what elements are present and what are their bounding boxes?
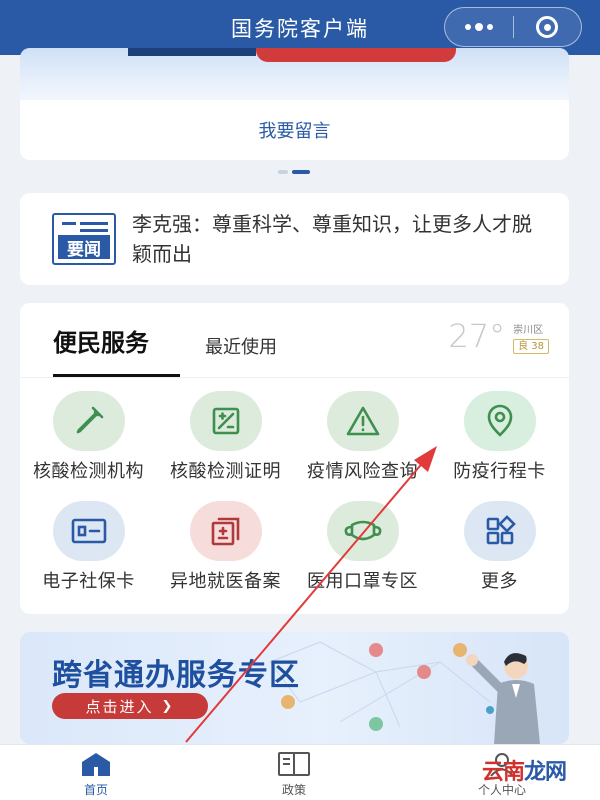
app-title: 国务院客户端 bbox=[231, 16, 369, 41]
service-remote-medical-filing[interactable]: 异地就医备案 bbox=[157, 501, 294, 601]
tab-convenience-services[interactable]: 便民服务 bbox=[53, 323, 149, 358]
service-label: 医用口罩专区 bbox=[307, 571, 418, 592]
service-tabs: 便民服务 最近使用 27° 崇川区 良 38 bbox=[20, 303, 569, 377]
service-label: 疫情风险查询 bbox=[307, 461, 418, 482]
service-nucleic-test-institution[interactable]: 核酸检测机构 bbox=[20, 391, 157, 491]
home-icon bbox=[82, 753, 110, 776]
tab-label: 政策 bbox=[281, 783, 306, 797]
banner-image[interactable] bbox=[20, 48, 569, 100]
title-bar: 国务院客户端 bbox=[0, 0, 600, 55]
service-label: 电子社保卡 bbox=[42, 571, 135, 592]
id-card-icon bbox=[52, 501, 125, 561]
news-badge-icon: 要闻 bbox=[52, 213, 116, 265]
pager-dot bbox=[278, 170, 288, 174]
service-label: 核酸检测机构 bbox=[33, 461, 144, 482]
presenter-illustration bbox=[466, 653, 540, 744]
grid-more-icon bbox=[463, 501, 536, 561]
service-medical-mask-zone[interactable]: 医用口罩专区 bbox=[294, 501, 431, 601]
service-epidemic-risk-query[interactable]: 疫情风险查询 bbox=[294, 391, 431, 491]
air-quality-badge: 良 38 bbox=[513, 339, 549, 354]
site-watermark-logo: 云南龙网 bbox=[481, 759, 567, 785]
cross-province-banner[interactable]: 跨省通办服务专区 点击进入 ❯ bbox=[20, 632, 569, 744]
tab-policy[interactable]: 政策 bbox=[234, 751, 354, 798]
tab-recent-used[interactable]: 最近使用 bbox=[205, 333, 277, 359]
banner-card: 我要留言 bbox=[20, 48, 569, 160]
chevron-right-icon: ❯ bbox=[161, 698, 175, 714]
tab-home[interactable]: 首页 bbox=[36, 751, 156, 798]
enter-button[interactable]: 点击进入 ❯ bbox=[52, 693, 208, 719]
weather-district: 崇川区 bbox=[513, 325, 544, 336]
enter-button-label: 点击进入 bbox=[85, 697, 154, 716]
weather-widget[interactable]: 27° 崇川区 良 38 bbox=[448, 317, 549, 355]
news-card[interactable]: 要闻 李克强：尊重科学、尊重知识，让更多人才脱颖而出 bbox=[20, 193, 569, 285]
service-social-security-card[interactable]: 电子社保卡 bbox=[20, 501, 157, 601]
close-button[interactable] bbox=[514, 8, 582, 46]
weather-temperature: 27° bbox=[448, 317, 506, 355]
news-headline[interactable]: 李克强：尊重科学、尊重知识，让更多人才脱颖而出 bbox=[132, 209, 532, 269]
news-badge-label: 要闻 bbox=[58, 235, 110, 260]
promo-title: 跨省通办服务专区 bbox=[52, 658, 300, 693]
warning-icon bbox=[326, 391, 399, 451]
tab-label: 首页 bbox=[83, 783, 108, 797]
service-label: 核酸检测证明 bbox=[170, 461, 281, 482]
service-label: 更多 bbox=[481, 571, 518, 592]
service-label: 异地就医备案 bbox=[170, 571, 281, 592]
service-travel-card[interactable]: 防疫行程卡 bbox=[431, 391, 568, 491]
service-nucleic-test-certificate[interactable]: 核酸检测证明 bbox=[157, 391, 294, 491]
pager-dot-active bbox=[292, 170, 310, 174]
mask-icon bbox=[326, 501, 399, 561]
medical-record-icon bbox=[189, 501, 262, 561]
location-pin-icon bbox=[463, 391, 536, 451]
banner-pager bbox=[278, 170, 310, 174]
certificate-icon bbox=[189, 391, 262, 451]
service-more[interactable]: 更多 bbox=[431, 501, 568, 601]
target-circle-icon bbox=[536, 16, 559, 38]
more-dots-icon bbox=[464, 23, 493, 31]
service-label: 防疫行程卡 bbox=[453, 461, 546, 482]
leave-message-link[interactable]: 我要留言 bbox=[20, 100, 569, 160]
book-icon bbox=[278, 752, 310, 776]
service-card: 便民服务 最近使用 27° 崇川区 良 38 核酸检测机构 核酸检测证明 疫情风… bbox=[20, 303, 569, 614]
mini-program-capsule bbox=[444, 7, 582, 47]
more-button[interactable] bbox=[445, 8, 513, 46]
dropper-icon bbox=[52, 391, 125, 451]
